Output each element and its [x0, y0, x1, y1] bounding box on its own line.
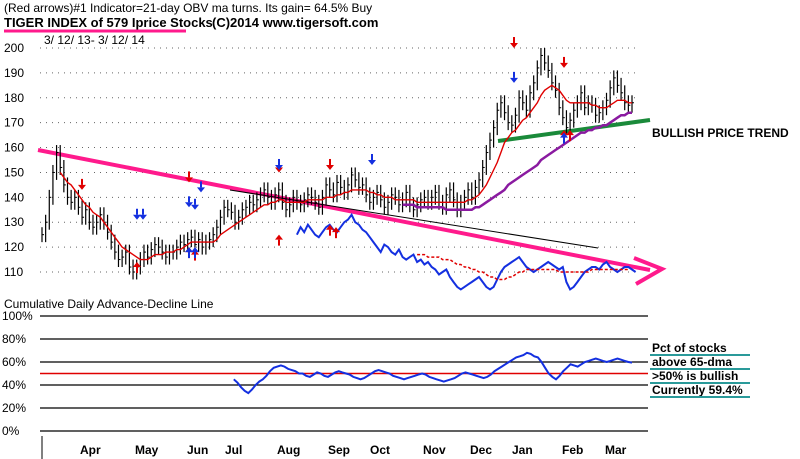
month-label-nov: Nov [423, 443, 446, 457]
legend-line-1: Pct of stocks [652, 341, 727, 355]
price-tick-label: 120 [4, 240, 24, 254]
pct-tick-label: 60% [2, 355, 26, 369]
price-tick-label: 190 [4, 66, 24, 80]
red-down-arrow [560, 62, 568, 68]
price-tick-label: 130 [4, 215, 24, 229]
pct-legend: Pct of stocksabove 65-dma>50% is bullish… [650, 341, 750, 398]
red-up-arrow [275, 234, 283, 240]
red-down-arrow [510, 43, 518, 49]
pct-tick-label: 0% [2, 424, 20, 438]
month-label-sep: Sep [328, 443, 350, 457]
pct-tick-label: 80% [2, 332, 26, 346]
blue-down-arrow [510, 77, 518, 83]
blue-down-arrow [139, 214, 147, 220]
red-down-arrow [78, 184, 86, 190]
price-tick-label: 170 [4, 116, 24, 130]
price-tick-label: 200 [4, 41, 24, 55]
month-label-apr: Apr [80, 443, 101, 457]
red-down-arrow [326, 164, 334, 170]
price-tick-label: 150 [4, 165, 24, 179]
price-y-axis: 200 190 180 170 160 150 140 130 120 110 [4, 41, 640, 279]
month-label-mar: Mar [605, 443, 627, 457]
price-tick-label: 160 [4, 141, 24, 155]
pct-tick-label: 20% [2, 401, 26, 415]
pct-tick-label: 40% [2, 378, 26, 392]
month-label-oct: Oct [370, 443, 390, 457]
blue-down-arrow [191, 204, 199, 210]
blue-up-arrow [191, 247, 199, 253]
month-label-dec: Dec [470, 443, 492, 457]
price-tick-label: 180 [4, 91, 24, 105]
month-axis: Apr May Jun Jul Aug Sep Oct Nov Dec Jan Feb Mar [80, 443, 627, 457]
chart-canvas: (Red arrows)#1 Indicator=21-day OBV ma t… [2, 1, 789, 459]
blue-down-arrow [197, 187, 205, 193]
month-label-jan: Jan [512, 443, 533, 457]
legend-line-4: Currently 59.4% [652, 383, 743, 397]
month-label-jun: Jun [187, 443, 208, 457]
month-label-aug: Aug [277, 443, 300, 457]
blue-down-arrow [368, 160, 376, 165]
ad-line-title: Cumulative Daily Advance-Decline Line [4, 297, 214, 311]
legend-line-2: above 65-dma [652, 355, 732, 369]
month-label-jul: Jul [225, 443, 242, 457]
month-label-feb: Feb [562, 443, 583, 457]
indicator-caption: (Red arrows)#1 Indicator=21-day OBV ma t… [4, 1, 372, 15]
ad-line [296, 212, 637, 291]
price-bars [41, 48, 634, 280]
index-title: TIGER INDEX of 579 Iprice Stocks [4, 15, 213, 30]
trend-lines [37, 118, 667, 286]
legend-line-3: >50% is bullish [652, 369, 738, 383]
copyright-site: (C)2014 www.tigersoft.com [212, 15, 378, 30]
price-tick-label: 140 [4, 190, 24, 204]
pct-y-axis: 100% 80% 60% 40% 20% 0% [2, 309, 648, 459]
bullish-trend-label: BULLISH PRICE TREND [652, 126, 789, 140]
price-tick-label: 110 [4, 265, 23, 279]
month-label-may: May [135, 443, 159, 457]
date-range: 3/ 12/ 13- 3/ 12/ 14 [44, 33, 145, 47]
pct-tick-label: 100% [2, 309, 33, 323]
